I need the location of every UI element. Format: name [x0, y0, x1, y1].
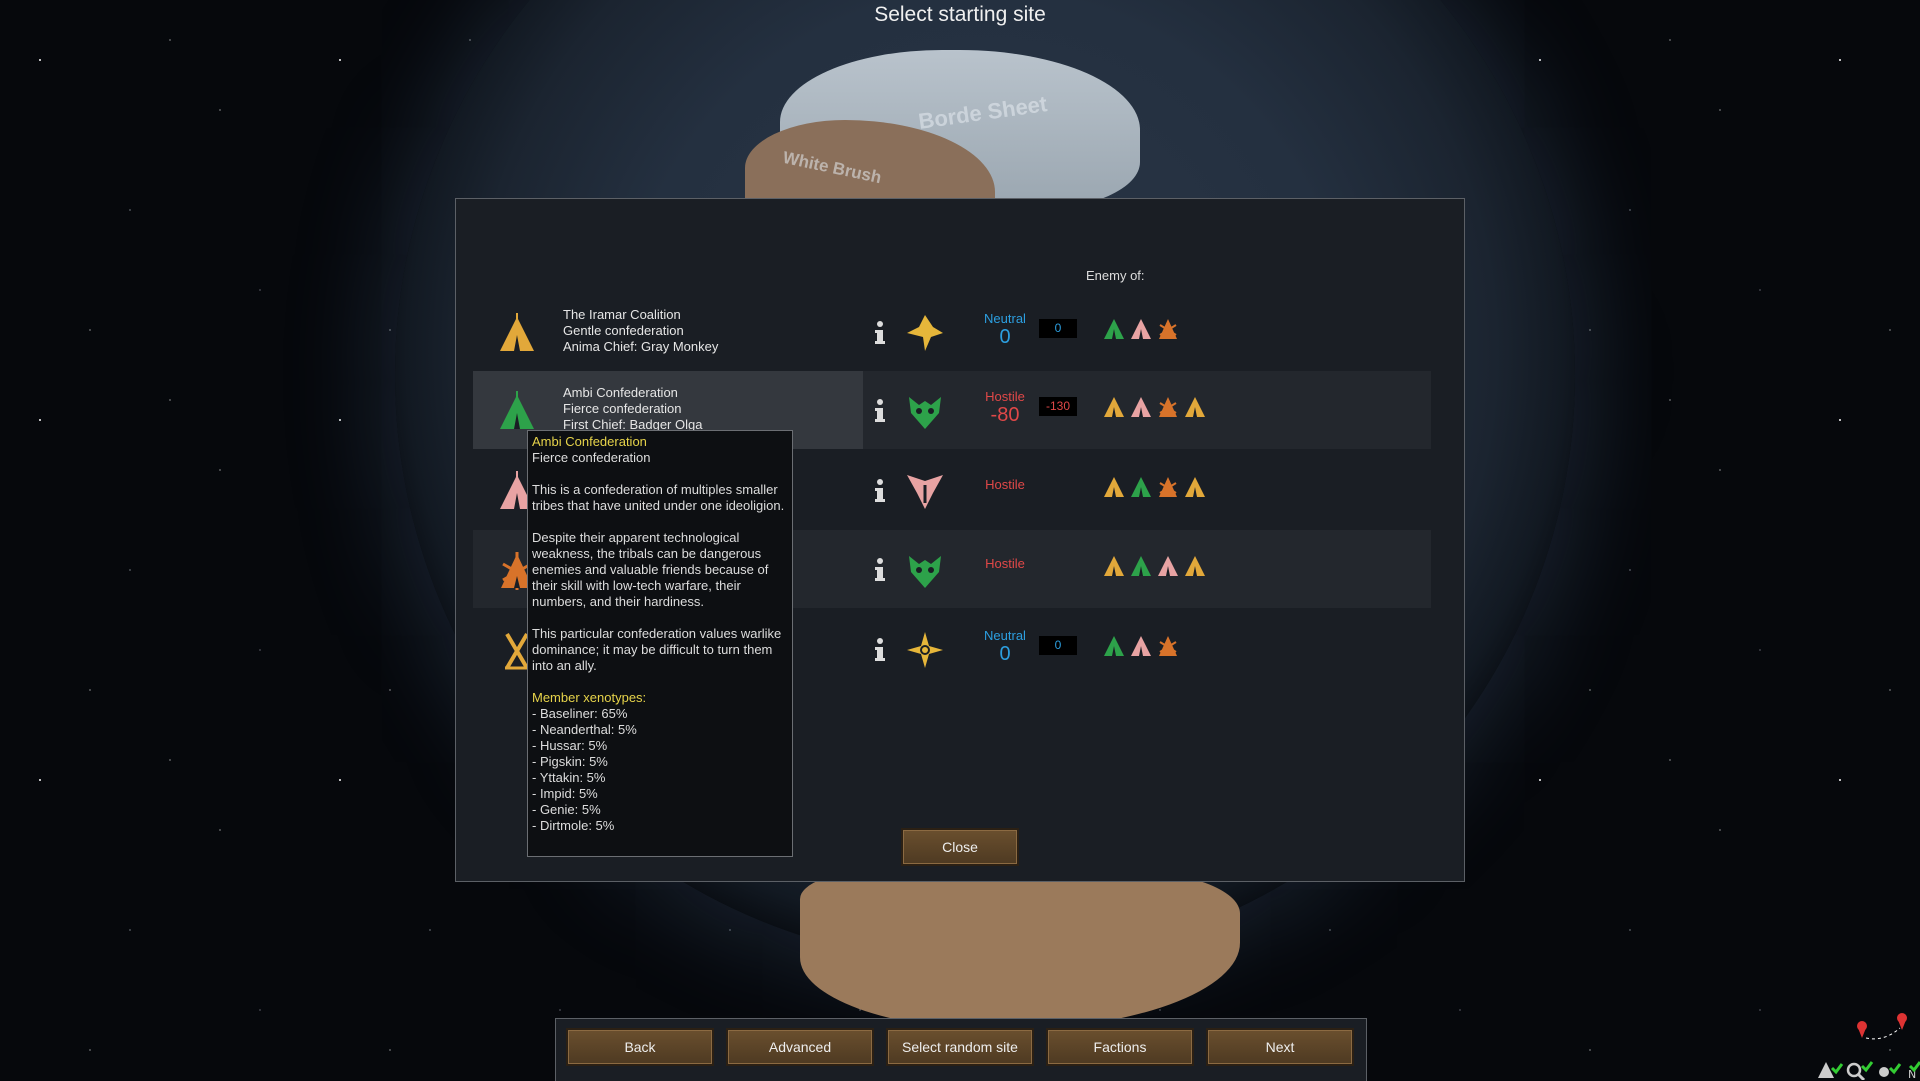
xenotype-item: - Pigskin: 5% [532, 754, 608, 769]
winged-mark-icon[interactable] [905, 471, 945, 511]
enemy-faction-icons [1103, 395, 1206, 421]
advanced-button[interactable]: Advanced [726, 1028, 874, 1066]
faction-leader: Anima Chief: Gray Monkey [563, 339, 719, 354]
enemy-faction-icons [1103, 317, 1179, 343]
enemy-faction-icon[interactable] [1103, 395, 1125, 419]
enemy-faction-icon[interactable] [1103, 475, 1125, 499]
enemy-faction-icon[interactable] [1157, 554, 1179, 578]
compass-cross-icon[interactable] [905, 630, 945, 670]
page-title: Select starting site [874, 3, 1046, 26]
goodwill-change-box: 0 [1039, 636, 1077, 655]
goodwill-change-box: 0 [1039, 319, 1077, 338]
factions-button[interactable]: Factions [1046, 1028, 1194, 1066]
xenotype-item: - Hussar: 5% [532, 738, 608, 753]
enemy-of-header: Enemy of: [1086, 268, 1145, 283]
info-icon[interactable] [873, 636, 887, 664]
search-icon[interactable] [1846, 1061, 1874, 1080]
tooltip-description-2: Despite their apparent technological wea… [532, 530, 769, 609]
enemy-faction-icon[interactable] [1157, 395, 1179, 419]
enemy-faction-icon[interactable] [1130, 554, 1152, 578]
location-pin-icon[interactable] [1897, 1013, 1907, 1030]
xenotype-item: - Genie: 5% [532, 802, 601, 817]
enemy-faction-icon[interactable] [1103, 554, 1125, 578]
xenotype-item: - Neanderthal: 5% [532, 722, 637, 737]
relation-label: Hostile [985, 556, 1025, 571]
settlement-toggle-icon[interactable] [1818, 1062, 1844, 1078]
back-button[interactable]: Back [566, 1028, 714, 1066]
enemy-faction-icon[interactable] [1130, 395, 1152, 419]
enemy-faction-icon[interactable] [1103, 317, 1125, 341]
map-controls-icons[interactable]: N [1810, 1010, 1920, 1080]
enemy-faction-icons [1103, 634, 1179, 660]
close-button[interactable]: Close [901, 828, 1019, 866]
enemy-faction-icon[interactable] [1184, 395, 1206, 419]
enemy-faction-icon[interactable] [1130, 475, 1152, 499]
info-icon[interactable] [873, 319, 887, 347]
relation-status: Hostile [955, 556, 1055, 571]
enemy-faction-icon[interactable] [1157, 317, 1179, 341]
relation-status: Hostile [955, 477, 1055, 492]
faction-row[interactable]: The Iramar Coalition Gentle confederation… [473, 293, 1431, 371]
relation-label: Hostile [985, 477, 1025, 492]
tribal-tent-icon [500, 391, 534, 429]
tooltip-description-1: This is a confederation of multiples sma… [532, 482, 785, 513]
enemy-faction-icon[interactable] [1184, 475, 1206, 499]
enemy-faction-icon[interactable] [1130, 634, 1152, 658]
north-compass-icon[interactable]: N [1908, 1061, 1920, 1080]
xenotype-list: - Baseliner: 65% - Neanderthal: 5% - Hus… [532, 706, 788, 834]
tooltip-subtitle: Fierce confederation [532, 450, 651, 465]
info-icon[interactable] [873, 556, 887, 584]
faction-info-text: Ambi Confederation Fierce confederation Fi… [563, 385, 702, 433]
tooltip-description-3: This particular confederation values war… [532, 626, 782, 673]
sun-toggle-icon[interactable] [1879, 1063, 1902, 1077]
xenotype-item: - Yttakin: 5% [532, 770, 606, 785]
xenotype-item: - Impid: 5% [532, 786, 598, 801]
enemy-faction-icon[interactable] [1184, 554, 1206, 578]
enemy-faction-icon[interactable] [1103, 634, 1125, 658]
route-line-icon [1865, 1027, 1901, 1040]
faction-type: Fierce confederation [563, 401, 682, 416]
enemy-faction-icon[interactable] [1157, 634, 1179, 658]
faction-name: Ambi Confederation [563, 385, 678, 400]
goodwill-change-box: -130 [1039, 397, 1077, 416]
enemy-faction-icon[interactable] [1130, 317, 1152, 341]
faction-tooltip: Ambi Confederation Fierce confederation … [527, 430, 793, 857]
select-random-site-button[interactable]: Select random site [886, 1028, 1034, 1066]
tooltip-title: Ambi Confederation [532, 434, 647, 449]
enemy-faction-icons [1103, 475, 1206, 501]
faction-info-text: The Iramar Coalition Gentle confederation… [563, 307, 718, 355]
location-pin-icon[interactable] [1857, 1021, 1867, 1038]
enemy-faction-icon[interactable] [1157, 475, 1179, 499]
xenotype-item: - Baseliner: 65% [532, 706, 628, 721]
tribal-tent-icon [500, 313, 534, 351]
info-icon[interactable] [873, 477, 887, 505]
faction-type: Gentle confederation [563, 323, 684, 338]
enemy-faction-icons [1103, 554, 1206, 580]
beast-face-icon[interactable] [905, 550, 945, 590]
next-button[interactable]: Next [1206, 1028, 1354, 1066]
info-icon[interactable] [873, 397, 887, 425]
four-point-star-icon[interactable] [905, 313, 945, 353]
xenotype-item: - Dirtmole: 5% [532, 818, 615, 833]
tooltip-xenotypes-header: Member xenotypes: [532, 690, 647, 705]
faction-name: The Iramar Coalition [563, 307, 681, 322]
beast-face-icon[interactable] [905, 391, 945, 431]
